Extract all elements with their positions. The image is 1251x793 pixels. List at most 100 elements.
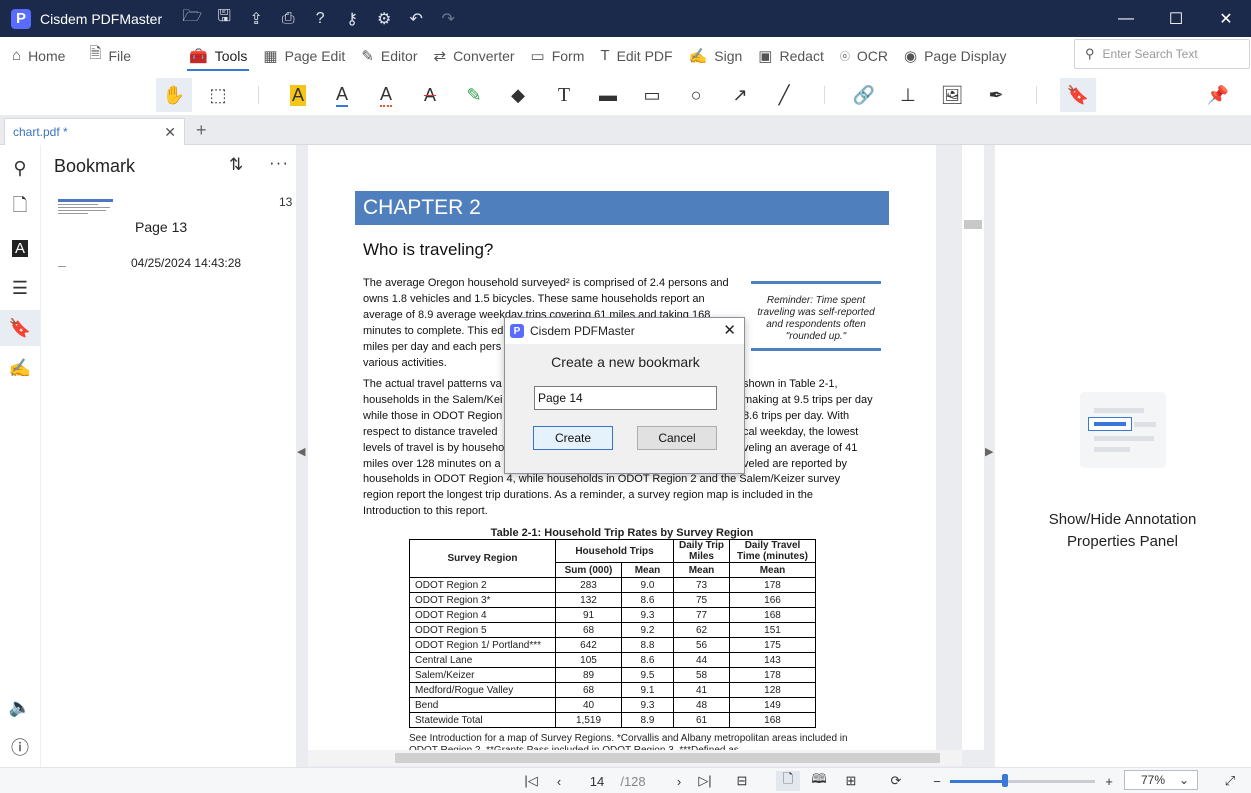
undo-icon[interactable]: ↶ xyxy=(400,4,432,34)
search-panel-icon[interactable]: ⚲ xyxy=(0,150,40,186)
bookmark-name-input[interactable] xyxy=(534,386,717,410)
link-icon[interactable]: 🔗 xyxy=(846,78,882,112)
maximize-button[interactable]: ☐ xyxy=(1151,0,1201,37)
settings-icon[interactable]: ⚙ xyxy=(368,4,400,34)
arrow-icon[interactable]: ↗ xyxy=(722,78,758,112)
annotations-panel-icon[interactable]: A xyxy=(0,230,40,266)
zoom-level-select[interactable]: 77% ⌄ xyxy=(1124,770,1198,790)
bookmark-item-label[interactable]: Page 13 xyxy=(135,219,187,235)
comment-icon[interactable]: ▬ xyxy=(590,78,626,112)
eye-icon: ◉ xyxy=(903,47,918,65)
select-area-icon[interactable]: ⬚ xyxy=(200,78,236,112)
menu-sign[interactable]: ✍ Sign xyxy=(681,37,751,74)
signature-panel-icon[interactable]: ✍ xyxy=(0,350,40,386)
vertical-scroll-thumb[interactable] xyxy=(964,220,982,229)
zoom-in-icon[interactable]: + xyxy=(1100,771,1118,791)
strikeout-text-icon[interactable]: A xyxy=(412,78,448,112)
rotate-page-icon[interactable]: ⟳ xyxy=(885,771,907,791)
dialog-close-icon[interactable]: ✕ xyxy=(723,321,736,339)
print-icon[interactable]: ⎙ xyxy=(272,4,304,34)
menu-redact-label: Redact xyxy=(779,47,824,64)
two-page-icon[interactable]: 🕮 xyxy=(808,771,830,791)
current-page-input[interactable]: 14 xyxy=(580,771,614,791)
open-folder-icon[interactable]: 🗁 xyxy=(176,4,208,34)
hand-tool-icon[interactable]: ✋ xyxy=(156,78,192,112)
collapse-left-icon[interactable]: ◀ xyxy=(297,445,305,458)
annotation-toolbar: ✋ ⬚ A A A A ✎ ◆ T ▬ ▭ ○ ↗ ╱ 🔗 ⊥ 🖼 ✒ 🔖 📌 xyxy=(0,74,1251,116)
menu-home[interactable]: ⌂ Home xyxy=(0,37,73,74)
menu-redact[interactable]: ▣ Redact xyxy=(750,37,832,74)
add-tab-icon[interactable]: + xyxy=(196,120,207,141)
minimize-button[interactable]: — xyxy=(1101,0,1151,37)
help-icon[interactable]: ? xyxy=(304,4,336,34)
menu-edit-pdf[interactable]: T Edit PDF xyxy=(592,37,680,74)
image-icon[interactable]: 🖼 xyxy=(934,78,970,112)
table-cell: 41 xyxy=(673,682,730,698)
ellipse-icon[interactable]: ○ xyxy=(678,78,714,112)
line-icon[interactable]: ╱ xyxy=(766,78,802,112)
redact-icon: ▣ xyxy=(758,47,773,65)
vertical-scrollbar[interactable] xyxy=(962,145,984,750)
redo-icon[interactable]: ↷ xyxy=(432,4,464,34)
key-icon[interactable]: ⚷ xyxy=(336,4,368,34)
menu-ocr[interactable]: ⓞ OCR xyxy=(832,37,896,74)
rectangle-icon[interactable]: ▭ xyxy=(634,78,670,112)
menu-page-display[interactable]: ◉ Page Display xyxy=(896,37,1015,74)
menu-page-edit[interactable]: ▦ Page Edit xyxy=(255,37,353,74)
pages-panel-icon[interactable]: 🗋 xyxy=(0,190,40,226)
last-page-icon[interactable]: ▷| xyxy=(696,771,714,791)
sort-icon[interactable]: ⇅ xyxy=(229,155,243,175)
menu-editor[interactable]: ✎ Editor xyxy=(353,37,425,74)
save-icon[interactable]: 🖫 xyxy=(208,4,240,34)
signature-icon[interactable]: ✒ xyxy=(978,78,1014,112)
prev-page-icon[interactable]: ‹ xyxy=(550,771,568,791)
zoom-out-icon[interactable]: − xyxy=(928,771,946,791)
zoom-slider[interactable] xyxy=(950,780,1095,783)
underline-text-icon[interactable]: A xyxy=(324,78,360,112)
create-button[interactable]: Create xyxy=(533,426,613,450)
stamp-icon[interactable]: ⊥ xyxy=(890,78,926,112)
more-options-icon[interactable]: ··· xyxy=(269,153,289,173)
scroll-mode-icon[interactable]: ⊞ xyxy=(840,771,862,791)
next-page-icon[interactable]: › xyxy=(670,771,688,791)
menu-converter[interactable]: ⇄ Converter xyxy=(425,37,522,74)
highlight-text-icon[interactable]: A xyxy=(280,78,316,112)
squiggly-text-icon[interactable]: A xyxy=(368,78,404,112)
app-window: P Cisdem PDFMaster 🗁 🖫 ⇪ ⎙ ? ⚷ ⚙ ↶ ↷ — ☐… xyxy=(0,0,1251,793)
bookmark-tool-icon[interactable]: 🔖 xyxy=(1060,78,1096,112)
bookmark-thumbnail[interactable] xyxy=(58,199,116,279)
zoom-slider-knob[interactable] xyxy=(1002,774,1009,787)
collapse-right-icon[interactable]: ▶ xyxy=(985,445,993,458)
menu-bar: ⌂ Home 🗎 File 🧰 Tools ▦ Page Edit ✎ Editor ⇄ C… xyxy=(0,37,1251,74)
menu-tools[interactable]: 🧰 Tools xyxy=(181,37,255,74)
table-cell: 168 xyxy=(729,712,816,728)
share-icon[interactable]: ⇪ xyxy=(240,4,272,34)
table-cell: 1,519 xyxy=(555,712,622,728)
bookmark-panel-icon[interactable]: 🔖 xyxy=(0,310,40,346)
text-box-icon[interactable]: T xyxy=(546,78,582,112)
cancel-button[interactable]: Cancel xyxy=(637,426,717,450)
outline-panel-icon[interactable]: ☰ xyxy=(0,270,40,306)
menu-file[interactable]: 🗎 File xyxy=(81,37,139,74)
table-cell: ODOT Region 1/ Portland*** xyxy=(409,637,556,653)
close-window-button[interactable]: ✕ xyxy=(1201,0,1251,37)
table-cell: Salem/Keizer xyxy=(409,667,556,683)
close-tab-icon[interactable]: ✕ xyxy=(164,124,176,141)
document-tab[interactable]: chart.pdf * ✕ xyxy=(4,118,185,145)
menu-form[interactable]: ▭ Form xyxy=(523,37,593,74)
speaker-icon[interactable]: 🔈 xyxy=(0,689,40,725)
first-page-icon[interactable]: |◁ xyxy=(522,771,540,791)
fit-page-icon[interactable]: ⊟ xyxy=(732,771,752,791)
info-icon[interactable]: ⓘ xyxy=(0,729,40,765)
table-cell: 8.9 xyxy=(621,712,674,728)
section-heading: Who is traveling? xyxy=(363,240,494,259)
table-cell: 9.5 xyxy=(621,667,674,683)
pen-icon[interactable]: ✎ xyxy=(456,78,492,112)
search-box[interactable]: ⚲ Enter Search Text xyxy=(1074,39,1250,69)
single-page-icon[interactable]: 🗋 xyxy=(776,771,800,791)
pin-icon[interactable]: 📌 xyxy=(1200,78,1236,112)
eraser-icon[interactable]: ◆ xyxy=(500,78,536,112)
fullscreen-icon[interactable]: ⤢ xyxy=(1220,771,1240,791)
horizontal-scroll-thumb[interactable] xyxy=(395,753,940,763)
paragraph-2: The actual travel patterns va households … xyxy=(363,378,505,470)
